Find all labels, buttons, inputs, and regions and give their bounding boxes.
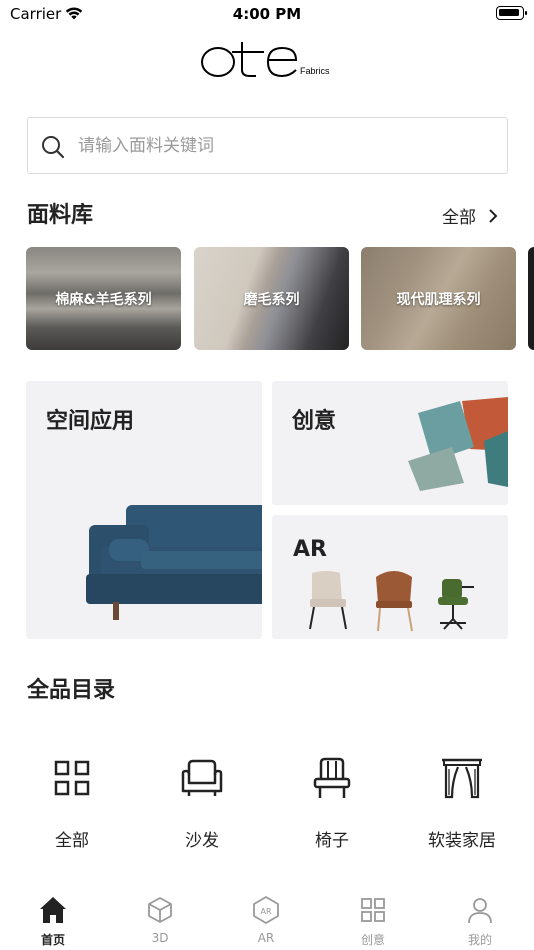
svg-text:AR: AR (260, 907, 271, 916)
grid-icon (54, 760, 90, 796)
tab-idea[interactable]: 创意 (343, 895, 403, 948)
search-bar[interactable] (27, 117, 508, 174)
fabric-card-label: 现代肌理系列 (396, 292, 481, 308)
space-application-card[interactable]: 空间应用 (26, 381, 262, 639)
search-icon (42, 136, 65, 159)
chairs-illustration (309, 571, 474, 632)
tab-label: 首页 (40, 933, 65, 947)
curtain-icon (442, 758, 482, 799)
fabric-card-brushed[interactable]: 磨毛系列 (194, 247, 349, 350)
sofa-icon (181, 759, 223, 796)
see-all-link[interactable]: 全部 (442, 203, 498, 228)
fabric-card-label: 棉麻&羊毛系列 (55, 292, 152, 308)
fabric-card-modern-texture[interactable]: 现代肌理系列 (361, 247, 516, 350)
battery-icon (496, 6, 527, 20)
fabric-swatches-illustration (408, 397, 508, 491)
cube-icon (148, 897, 172, 923)
chair-icon (313, 757, 351, 798)
ar-icon: AR (253, 896, 279, 924)
user-icon (468, 898, 492, 924)
tab-label: 我的 (467, 933, 492, 947)
catalog-title: 全品目录 (27, 678, 116, 703)
grid-icon (361, 898, 385, 922)
catalog-item-label: 软装家居 (428, 831, 496, 851)
tab-label: 3D (151, 931, 169, 945)
idea-title: 创意 (292, 409, 337, 434)
see-all-label: 全部 (442, 208, 476, 228)
catalog-item-label: 沙发 (185, 831, 219, 851)
catalog-item-all[interactable]: 全部 (27, 755, 117, 851)
tab-ar[interactable]: AR AR (236, 895, 296, 945)
fabric-card-cotton-linen[interactable]: 棉麻&羊毛系列 (26, 247, 181, 350)
clock: 4:00 PM (232, 5, 302, 23)
idea-card[interactable]: 创意 (272, 381, 508, 505)
sofa-illustration (86, 505, 262, 620)
fabric-carousel[interactable]: 棉麻&羊毛系列 磨毛系列 现代肌理系列 (26, 247, 534, 350)
tab-label: 创意 (360, 933, 385, 947)
fabric-card-label: 磨毛系列 (243, 292, 300, 308)
tab-home[interactable]: 首页 (23, 895, 83, 948)
catalog-item-soft-furnishing[interactable]: 软装家居 (417, 755, 507, 851)
tab-3d[interactable]: 3D (130, 895, 190, 945)
catalog-item-label: 全部 (55, 831, 89, 851)
bottom-tab-bar: 首页 3D AR AR 创意 我的 (0, 885, 534, 950)
ar-card[interactable]: AR (272, 515, 508, 639)
catalog-item-sofa[interactable]: 沙发 (157, 755, 247, 851)
fabric-library-title: 面料库 (27, 203, 94, 228)
chevron-right-icon (489, 208, 498, 223)
brand-logo-sub: Fabrics (300, 66, 330, 76)
status-bar: Carrier 4:00 PM (0, 0, 534, 28)
search-input[interactable] (78, 130, 478, 162)
space-application-title: 空间应用 (46, 409, 135, 434)
tab-profile[interactable]: 我的 (450, 895, 510, 948)
tab-label: AR (257, 931, 275, 945)
home-icon (40, 897, 66, 923)
ar-title: AR (293, 537, 327, 562)
catalog-item-chair[interactable]: 椅子 (287, 755, 377, 851)
fabric-card-partial[interactable] (528, 247, 534, 350)
catalog-item-label: 椅子 (315, 831, 349, 851)
